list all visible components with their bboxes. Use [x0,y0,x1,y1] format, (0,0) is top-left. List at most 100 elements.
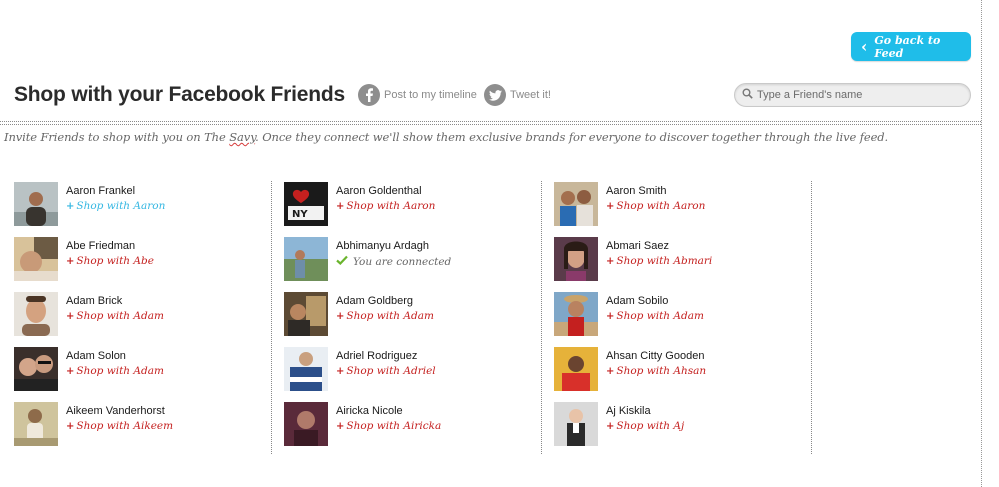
post-to-timeline-label: Post to my timeline [384,89,477,101]
friend-search-box[interactable] [734,83,971,107]
friend-avatar[interactable] [284,237,328,281]
friend-avatar[interactable] [14,182,58,226]
shop-with-label: Shop with Aaron [346,200,436,212]
friend-avatar[interactable] [554,237,598,281]
friend-item: Aj Kiskila + Shop with Aj [554,402,804,446]
friend-avatar[interactable] [14,347,58,391]
plus-icon: + [336,310,345,322]
friend-avatar[interactable] [14,292,58,336]
checkmark-icon [336,255,348,268]
friend-avatar[interactable] [284,402,328,446]
plus-icon: + [336,200,345,212]
facebook-icon [358,84,380,106]
shop-with-link[interactable]: + Shop with Ahsan [606,365,706,377]
plus-icon: + [336,420,345,432]
connected-status: You are connected [336,255,451,268]
friend-name: Adam Goldberg [336,295,414,307]
friend-avatar[interactable] [554,292,598,336]
friend-name: Adam Brick [66,295,123,307]
search-icon [742,86,753,104]
brand-name: Savy [229,130,256,144]
friend-name: Aj Kiskila [606,405,651,417]
shop-with-label: Shop with Aaron [616,200,706,212]
plus-icon: + [336,365,345,377]
friend-name: Airicka Nicole [336,405,403,417]
shop-with-label: Shop with Adam [76,365,164,377]
shop-with-link[interactable]: + Shop with Aaron [606,200,705,212]
friend-item: Adam Solon + Shop with Adam [14,347,264,391]
friend-item: Aaron Frankel + Shop with Aaron [14,182,264,226]
friend-item: Ahsan Citty Gooden + Shop with Ahsan [554,347,804,391]
invite-text: Invite Friends to shop with you on The S… [4,130,888,144]
shop-with-label: Shop with Abe [76,255,154,267]
friend-item: Adam Goldberg + Shop with Adam [284,292,534,336]
shop-with-label: Shop with Adriel [346,365,436,377]
plus-icon: + [606,420,615,432]
friend-item: Adam Brick + Shop with Adam [14,292,264,336]
invite-text-end: . Once they connect we'll show them excl… [255,130,889,144]
friend-avatar[interactable] [14,402,58,446]
tweet-it-label: Tweet it! [510,89,551,101]
plus-icon: + [66,420,75,432]
friend-avatar[interactable] [554,347,598,391]
page-title: Shop with your Facebook Friends [14,83,345,106]
friend-avatar[interactable] [284,292,328,336]
friend-item: Abmari Saez + Shop with Abmari [554,237,804,281]
shop-with-label: Shop with Aj [616,420,685,432]
svg-text:NY: NY [292,209,308,220]
shop-with-link[interactable]: + Shop with Abe [66,255,154,267]
friend-name: Ahsan Citty Gooden [606,350,705,362]
chevron-left-icon: ‹ [861,36,868,56]
friend-avatar[interactable] [14,237,58,281]
friend-avatar[interactable] [554,402,598,446]
shop-with-link[interactable]: + Shop with Adam [606,310,704,322]
friend-item: Adriel Rodriguez + Shop with Adriel [284,347,534,391]
shop-with-link[interactable]: + Shop with Adam [336,310,434,322]
page-right-border [981,0,982,487]
column-divider [541,181,542,454]
friend-name: Aikeem Vanderhorst [66,405,165,417]
friend-item: Adam Sobilo + Shop with Adam [554,292,804,336]
plus-icon: + [606,310,615,322]
plus-icon: + [66,365,75,377]
friend-search-input[interactable] [757,89,957,101]
friend-item: Abe Friedman + Shop with Abe [14,237,264,281]
friend-name: Aaron Smith [606,185,667,197]
friend-item: NY Aaron Goldenthal + Shop with Aaron [284,182,534,226]
shop-with-link[interactable]: + Shop with Aj [606,420,684,432]
invite-text-start: Invite Friends to shop with you on The [4,130,230,144]
friend-avatar[interactable]: NY [284,182,328,226]
shop-with-label: Shop with Airicka [346,420,442,432]
friend-item: Aikeem Vanderhorst + Shop with Aikeem [14,402,264,446]
shop-with-link[interactable]: + Shop with Adam [66,365,164,377]
friend-avatar[interactable] [554,182,598,226]
friend-avatar[interactable] [284,347,328,391]
header-divider-lower [0,124,981,125]
shop-with-label: Shop with Adam [346,310,434,322]
shop-with-link[interactable]: + Shop with Aaron [66,200,165,212]
shop-with-label: Shop with Adam [76,310,164,322]
post-to-timeline-link[interactable]: Post to my timeline [358,83,477,107]
shop-with-link[interactable]: + Shop with Airicka [336,420,441,432]
friend-item: Aaron Smith + Shop with Aaron [554,182,804,226]
plus-icon: + [66,255,75,267]
friend-name: Adam Solon [66,350,126,362]
shop-with-link[interactable]: + Shop with Abmari [606,255,712,267]
shop-with-link[interactable]: + Shop with Aaron [336,200,435,212]
go-back-to-feed-button[interactable]: ‹ Go back to Feed [851,32,971,61]
shop-with-link[interactable]: + Shop with Adam [66,310,164,322]
header-divider [0,121,981,122]
friend-item: Abhimanyu Ardagh You are connected [284,237,534,281]
shop-with-label: Shop with Abmari [616,255,713,267]
shop-with-label: Shop with Aikeem [76,420,174,432]
plus-icon: + [606,200,615,212]
friend-name: Abhimanyu Ardagh [336,240,429,252]
shop-with-label: Shop with Adam [616,310,704,322]
shop-with-link[interactable]: + Shop with Adriel [336,365,436,377]
column-divider [811,181,812,454]
tweet-it-link[interactable]: Tweet it! [484,83,551,107]
friend-item: Airicka Nicole + Shop with Airicka [284,402,534,446]
column-divider [271,181,272,454]
twitter-icon [484,84,506,106]
shop-with-link[interactable]: + Shop with Aikeem [66,420,173,432]
